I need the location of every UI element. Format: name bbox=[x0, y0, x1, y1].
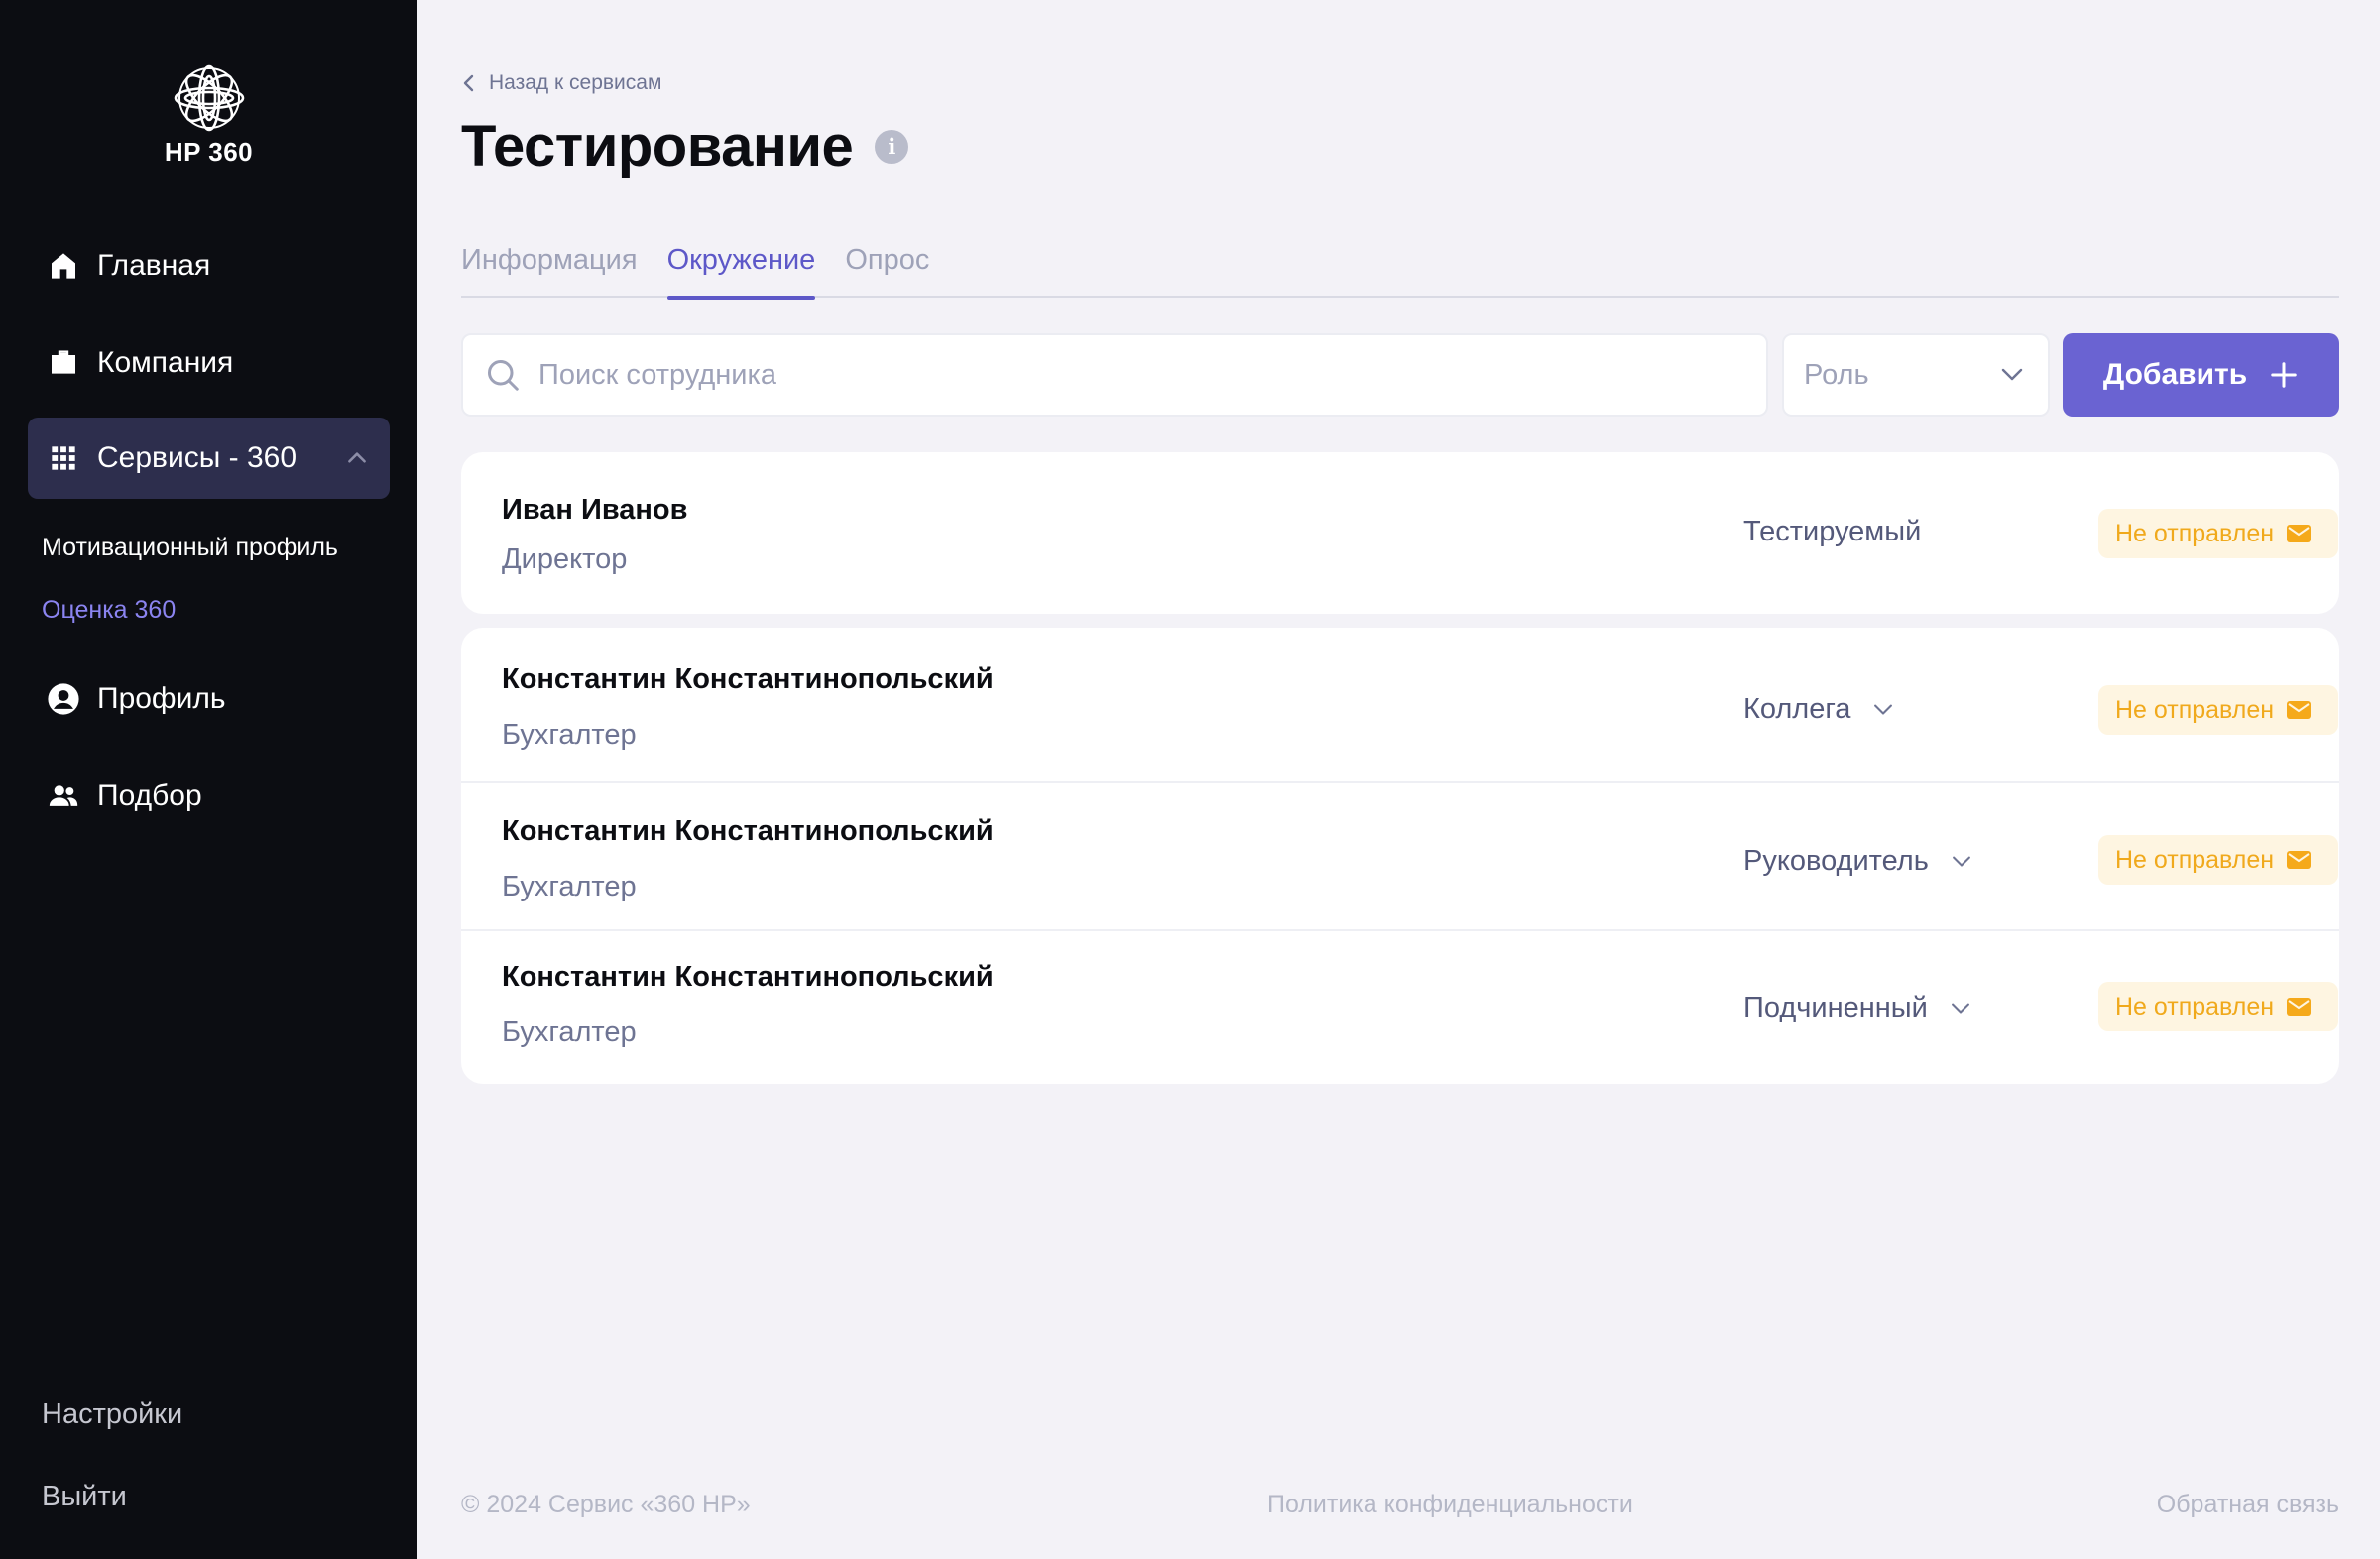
briefcase-icon bbox=[46, 345, 81, 381]
person-role-select[interactable]: Подчиненный bbox=[1743, 992, 1971, 1024]
person-name: Константин Константинопольский bbox=[502, 663, 994, 695]
status-badge[interactable]: Не отправлен bbox=[2098, 982, 2338, 1031]
nav-item-services[interactable]: Сервисы - 360 bbox=[28, 418, 390, 499]
person-role-label: Коллега bbox=[1743, 693, 1851, 725]
person-role-select[interactable]: Руководитель bbox=[1743, 845, 1972, 878]
nav-item-home[interactable]: Главная bbox=[28, 225, 390, 306]
mail-icon bbox=[2287, 701, 2312, 719]
plus-icon bbox=[2271, 362, 2297, 388]
settings-link[interactable]: Настройки bbox=[42, 1398, 182, 1431]
chevron-down-icon bbox=[2001, 368, 2023, 381]
role-select[interactable]: Роль bbox=[1782, 333, 2050, 417]
search-icon bbox=[488, 360, 519, 391]
user-circle-icon bbox=[46, 681, 81, 717]
nav-item-label: Главная bbox=[97, 249, 211, 282]
role-select-label: Роль bbox=[1804, 358, 1869, 391]
status-badge[interactable]: Не отправлен bbox=[2098, 835, 2338, 885]
nav-item-label: Компания bbox=[97, 346, 234, 379]
status-badge-label: Не отправлен bbox=[2115, 695, 2275, 724]
tab-information[interactable]: Информация bbox=[461, 244, 638, 298]
back-link-label: Назад к сервисам bbox=[489, 71, 662, 94]
mail-icon bbox=[2287, 525, 2312, 542]
person-name: Константин Константинопольский bbox=[502, 961, 994, 993]
sidebar: HP 360 Главная Компания Сервисы - 360 Мо… bbox=[0, 0, 417, 1559]
search-box bbox=[461, 333, 1768, 417]
logo-icon bbox=[174, 64, 244, 132]
person-position: Директор bbox=[502, 543, 628, 575]
nav-item-label: Подбор bbox=[97, 780, 202, 812]
search-input[interactable] bbox=[538, 358, 1766, 392]
mail-icon bbox=[2287, 851, 2312, 869]
brand-name: HP 360 bbox=[164, 137, 254, 167]
tab-environment[interactable]: Окружение bbox=[666, 244, 815, 300]
tab-survey[interactable]: Опрос bbox=[845, 244, 929, 298]
logo[interactable]: HP 360 bbox=[0, 63, 417, 168]
nav-item-profile[interactable]: Профиль bbox=[28, 659, 390, 740]
page-title: Тестирование bbox=[461, 114, 854, 179]
status-badge[interactable]: Не отправлен bbox=[2098, 685, 2338, 735]
status-badge[interactable]: Не отправлен bbox=[2098, 509, 2338, 558]
add-button[interactable]: Добавить bbox=[2063, 333, 2339, 417]
list-item: Константин Константинопольский Бухгалтер… bbox=[461, 628, 2339, 781]
subject-card: Иван Иванов Директор Тестируемый Не отпр… bbox=[461, 452, 2339, 614]
chevron-down-icon bbox=[1951, 1003, 1969, 1014]
list-item: Константин Константинопольский Бухгалтер… bbox=[461, 781, 2339, 929]
nav-item-label: Профиль bbox=[97, 682, 226, 715]
person-name: Иван Иванов bbox=[502, 494, 688, 526]
footer-feedback-link[interactable]: Обратная связь bbox=[2157, 1491, 2339, 1519]
info-icon[interactable]: i bbox=[875, 129, 909, 164]
chevron-down-icon bbox=[1874, 704, 1893, 715]
users-icon bbox=[46, 779, 81, 814]
status-badge-label: Не отправлен bbox=[2115, 519, 2275, 547]
footer-copyright: © 2024 Сервис «360 HP» bbox=[461, 1491, 751, 1518]
list-item: Иван Иванов Директор Тестируемый Не отпр… bbox=[461, 452, 2339, 614]
back-link[interactable]: Назад к сервисам bbox=[461, 71, 661, 95]
grid-icon bbox=[46, 440, 81, 476]
environment-card: Константин Константинопольский Бухгалтер… bbox=[461, 628, 2339, 1084]
home-icon bbox=[46, 248, 81, 284]
logout-link[interactable]: Выйти bbox=[42, 1481, 127, 1513]
person-position: Бухгалтер bbox=[502, 1017, 637, 1048]
person-role: Тестируемый bbox=[1743, 516, 1921, 548]
person-position: Бухгалтер bbox=[502, 871, 637, 902]
chevron-left-icon bbox=[463, 74, 474, 92]
tabs: Информация Окружение Опрос bbox=[461, 244, 2339, 300]
subnav-motivation-profile[interactable]: Мотивационный профиль bbox=[42, 534, 338, 562]
main-content: Назад к сервисам Тестирование i Информац… bbox=[417, 0, 2380, 1559]
subnav-assessment-360[interactable]: Оценка 360 bbox=[42, 596, 176, 625]
person-role-label: Руководитель bbox=[1743, 845, 1929, 877]
nav-item-label: Сервисы - 360 bbox=[97, 441, 298, 474]
list-item: Константин Константинопольский Бухгалтер… bbox=[461, 929, 2339, 1084]
mail-icon bbox=[2287, 998, 2312, 1016]
chevron-down-icon bbox=[1952, 856, 1970, 867]
nav-item-company[interactable]: Компания bbox=[28, 322, 390, 404]
status-badge-label: Не отправлен bbox=[2115, 845, 2275, 874]
chevron-up-icon[interactable] bbox=[344, 445, 370, 471]
person-role-label: Подчиненный bbox=[1743, 992, 1928, 1023]
status-badge-label: Не отправлен bbox=[2115, 992, 2275, 1020]
person-name: Константин Константинопольский bbox=[502, 815, 994, 847]
person-role-label: Тестируемый bbox=[1743, 516, 1922, 547]
person-role-select[interactable]: Коллега bbox=[1743, 693, 1894, 726]
add-button-label: Добавить bbox=[2102, 358, 2248, 391]
title-row: Тестирование i bbox=[461, 113, 909, 180]
person-position: Бухгалтер bbox=[502, 719, 637, 751]
nav-item-recruitment[interactable]: Подбор bbox=[28, 756, 390, 837]
footer-privacy-link[interactable]: Политика конфиденциальности bbox=[1267, 1491, 1633, 1519]
